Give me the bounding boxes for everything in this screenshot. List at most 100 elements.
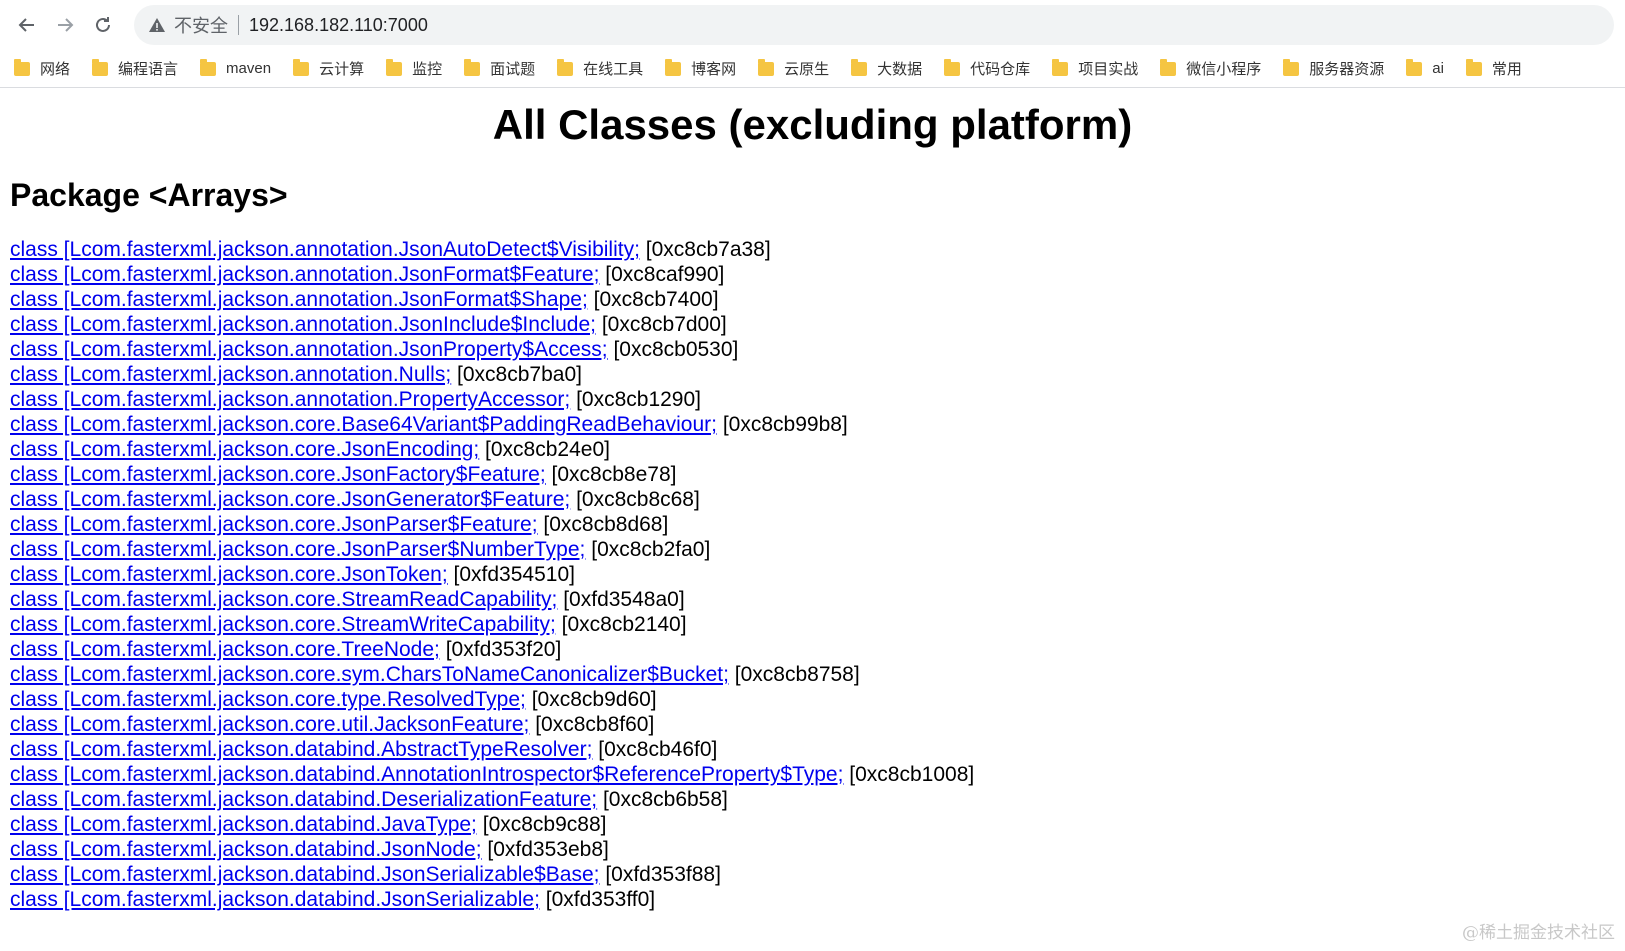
folder-icon <box>14 58 30 76</box>
bookmark-folder[interactable]: 网络 <box>14 58 70 79</box>
address-bar[interactable]: 不安全 192.168.182.110:7000 <box>134 5 1614 45</box>
reload-button[interactable] <box>88 10 118 40</box>
class-link[interactable]: class [Lcom.fasterxml.jackson.core.JsonE… <box>10 438 479 461</box>
class-link[interactable]: class [Lcom.fasterxml.jackson.annotation… <box>10 288 588 311</box>
list-item: class [Lcom.fasterxml.jackson.annotation… <box>10 262 974 287</box>
class-link[interactable]: class [Lcom.fasterxml.jackson.core.Strea… <box>10 588 557 611</box>
class-link[interactable]: class [Lcom.fasterxml.jackson.core.TreeN… <box>10 638 440 661</box>
class-link[interactable]: class [Lcom.fasterxml.jackson.databind.J… <box>10 838 482 861</box>
class-link[interactable]: class [Lcom.fasterxml.jackson.core.sym.C… <box>10 663 729 686</box>
class-link[interactable]: class [Lcom.fasterxml.jackson.databind.J… <box>10 813 477 836</box>
class-link[interactable]: class [Lcom.fasterxml.jackson.core.type.… <box>10 688 526 711</box>
folder-icon <box>1160 58 1177 76</box>
list-item: class [Lcom.fasterxml.jackson.annotation… <box>10 387 974 412</box>
bookmark-folder[interactable]: 编程语言 <box>92 58 178 79</box>
forward-button[interactable] <box>50 10 80 40</box>
bookmark-folder[interactable]: 监控 <box>386 58 442 79</box>
bookmark-folder[interactable]: 大数据 <box>851 58 922 79</box>
class-link[interactable]: class [Lcom.fasterxml.jackson.annotation… <box>10 313 596 336</box>
bookmark-label: 云计算 <box>319 61 365 78</box>
folder-icon <box>200 58 217 76</box>
bookmark-label: 微信小程序 <box>1186 61 1262 78</box>
class-link[interactable]: class [Lcom.fasterxml.jackson.annotation… <box>10 388 570 411</box>
folder-icon <box>464 58 481 76</box>
bookmark-folder[interactable]: 博客网 <box>665 58 736 79</box>
package-heading: Package <Arrays> <box>10 177 288 213</box>
list-item: class [Lcom.fasterxml.jackson.databind.D… <box>10 787 974 812</box>
bookmark-label: maven <box>226 60 272 77</box>
bookmark-label: 服务器资源 <box>1309 61 1385 78</box>
class-address: [0xc8caf990] <box>605 263 725 286</box>
list-item: class [Lcom.fasterxml.jackson.core.util.… <box>10 712 974 737</box>
list-item: class [Lcom.fasterxml.jackson.core.type.… <box>10 687 974 712</box>
bookmark-folder[interactable]: 面试题 <box>464 58 535 79</box>
list-item: class [Lcom.fasterxml.jackson.core.Base6… <box>10 412 974 437</box>
class-link[interactable]: class [Lcom.fasterxml.jackson.core.JsonP… <box>10 538 585 561</box>
class-link[interactable]: class [Lcom.fasterxml.jackson.databind.A… <box>10 738 592 761</box>
bookmark-label: 云原生 <box>784 61 830 78</box>
bookmark-folder[interactable]: 常用 <box>1465 58 1522 79</box>
back-arrow-icon <box>18 18 34 32</box>
bookmark-label: 在线工具 <box>583 61 644 78</box>
class-link[interactable]: class [Lcom.fasterxml.jackson.core.JsonF… <box>10 463 546 486</box>
class-link[interactable]: class [Lcom.fasterxml.jackson.core.util.… <box>10 713 529 736</box>
class-link[interactable]: class [Lcom.fasterxml.jackson.annotation… <box>10 238 640 261</box>
class-link[interactable]: class [Lcom.fasterxml.jackson.databind.J… <box>10 888 540 911</box>
page-content: All Classes (excluding platform) Package… <box>0 89 1625 951</box>
bookmark-folder[interactable]: 在线工具 <box>557 58 643 79</box>
folder-icon <box>665 58 682 76</box>
list-item: class [Lcom.fasterxml.jackson.annotation… <box>10 312 974 337</box>
list-item: class [Lcom.fasterxml.jackson.core.TreeN… <box>10 637 974 662</box>
class-address: [0xc8cb99b8] <box>722 413 848 436</box>
list-item: class [Lcom.fasterxml.jackson.annotation… <box>10 362 974 387</box>
browser-toolbar: 不安全 192.168.182.110:7000 <box>0 0 1625 50</box>
bookmark-label: 面试题 <box>490 61 536 78</box>
insecure-label[interactable]: 不安全 <box>174 12 228 38</box>
class-link[interactable]: class [Lcom.fasterxml.jackson.core.Base6… <box>10 413 717 436</box>
url-text[interactable]: 192.168.182.110:7000 <box>249 15 428 36</box>
class-address: [0xc8cb1008] <box>849 763 975 786</box>
bookmark-folder[interactable]: 云原生 <box>758 58 829 79</box>
bookmark-folder[interactable]: 服务器资源 <box>1283 58 1384 79</box>
class-link[interactable]: class [Lcom.fasterxml.jackson.core.JsonG… <box>10 488 570 511</box>
list-item: class [Lcom.fasterxml.jackson.databind.J… <box>10 837 974 862</box>
list-item: class [Lcom.fasterxml.jackson.annotation… <box>10 337 974 362</box>
class-link[interactable]: class [Lcom.fasterxml.jackson.annotation… <box>10 363 451 386</box>
bookmark-label: 监控 <box>412 61 443 78</box>
bookmark-folder[interactable]: 代码仓库 <box>944 58 1030 79</box>
class-link[interactable]: class [Lcom.fasterxml.jackson.databind.A… <box>10 763 843 786</box>
list-item: class [Lcom.fasterxml.jackson.core.JsonF… <box>10 462 974 487</box>
watermark: @稀土掘金技术社区 <box>1462 923 1615 943</box>
back-button[interactable] <box>12 10 42 40</box>
class-address: [0xfd353f20] <box>445 638 562 661</box>
warning-icon[interactable] <box>148 16 166 34</box>
class-link[interactable]: class [Lcom.fasterxml.jackson.databind.D… <box>10 788 597 811</box>
class-address: [0xfd353eb8] <box>487 838 609 861</box>
list-item: class [Lcom.fasterxml.jackson.core.sym.C… <box>10 662 974 687</box>
bookmark-folder[interactable]: maven <box>200 58 272 77</box>
folder-icon <box>1406 58 1423 76</box>
list-item: class [Lcom.fasterxml.jackson.core.JsonP… <box>10 537 974 562</box>
class-link[interactable]: class [Lcom.fasterxml.jackson.core.JsonT… <box>10 563 448 586</box>
class-address: [0xc8cb9c88] <box>482 813 607 836</box>
bookmark-folder[interactable]: ai <box>1406 58 1444 77</box>
class-address: [0xc8cb8e78] <box>551 463 677 486</box>
bookmark-label: 编程语言 <box>118 61 179 78</box>
class-link[interactable]: class [Lcom.fasterxml.jackson.databind.J… <box>10 863 599 886</box>
bookmark-label: 代码仓库 <box>970 61 1031 78</box>
class-link[interactable]: class [Lcom.fasterxml.jackson.core.Strea… <box>10 613 556 636</box>
bookmark-folder[interactable]: 项目实战 <box>1052 58 1138 79</box>
bookmarks-bar: 网络 编程语言 maven 云计算 监控 面试题 在线工具 博客网 云原生 大数据 代码仓库 项目实战… <box>0 50 1625 88</box>
class-address: [0xfd354510] <box>453 563 575 586</box>
bookmark-label: 常用 <box>1491 61 1522 78</box>
class-address: [0xc8cb8c68] <box>576 488 700 511</box>
class-link[interactable]: class [Lcom.fasterxml.jackson.annotation… <box>10 263 599 286</box>
page-title: All Classes (excluding platform) <box>492 101 1133 148</box>
bookmark-label: 网络 <box>40 61 71 78</box>
class-address: [0xc8cb24e0] <box>485 438 610 461</box>
class-link[interactable]: class [Lcom.fasterxml.jackson.annotation… <box>10 338 608 361</box>
list-item: class [Lcom.fasterxml.jackson.databind.A… <box>10 737 974 762</box>
class-link[interactable]: class [Lcom.fasterxml.jackson.core.JsonP… <box>10 513 538 536</box>
bookmark-folder[interactable]: 云计算 <box>293 58 364 79</box>
bookmark-folder[interactable]: 微信小程序 <box>1160 58 1261 79</box>
